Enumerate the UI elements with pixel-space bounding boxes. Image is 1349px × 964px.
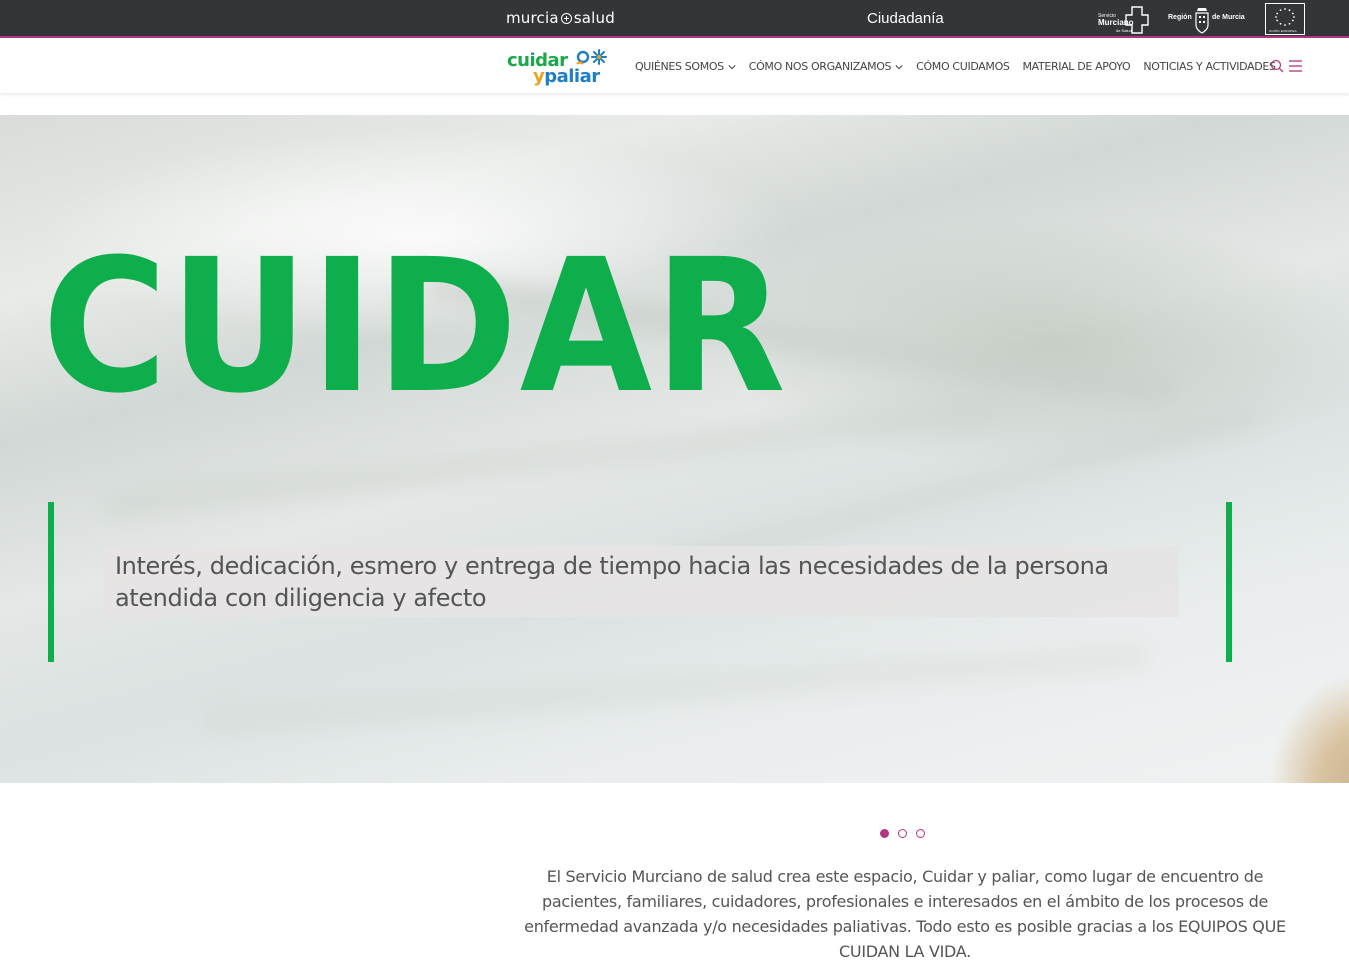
region-right-text: de Murcia [1212,14,1245,21]
hero-slide: CUIDAR Interés, dedicación, esmero y ent… [0,115,1349,783]
cuidar-y-paliar-logo[interactable]: cuidar ypaliar [506,46,612,88]
servicio-murciano-salud-logo[interactable]: Servicio Murciano de Salud [1096,5,1152,35]
hero-accent-bar-left [48,502,54,662]
nav-menu: QUIÉNES SOMOS CÓMO NOS ORGANIZAMOS CÓMO … [635,60,1276,73]
chevron-down-icon [895,64,903,69]
coat-of-arms-icon [1195,8,1209,34]
section-ciudadania-link[interactable]: Ciudadanía [867,10,944,27]
nav-label: QUIÉNES SOMOS [635,60,724,73]
hero-accent-bar-right [1226,502,1232,662]
nav-item-como-nos-organizamos[interactable]: CÓMO NOS ORGANIZAMOS [749,60,903,73]
carousel-dot-2[interactable] [898,829,907,838]
nav-label: MATERIAL DE APOYO [1022,60,1131,73]
region-murcia-logo[interactable]: Región de Murcia [1168,7,1248,35]
carousel-dot-1[interactable] [880,829,889,838]
intro-paragraph: El Servicio Murciano de salud crea este … [524,867,1286,961]
top-bar: murcia salud Ciudadanía Servicio Murcian… [0,0,1349,38]
sms-line3: de Salud [1116,28,1132,33]
background-wood-corner [1269,673,1349,783]
plus-circle-icon [560,12,572,24]
nav-label: CÓMO NOS ORGANIZAMOS [748,60,892,73]
nav-item-como-cuidamos[interactable]: CÓMO CUIDAMOS [916,60,1010,73]
brand-right: salud [573,9,615,27]
eu-caption: UNIÓN EUROPEA [1269,29,1297,33]
murciasalud-logo-link[interactable]: murcia salud [506,9,615,27]
region-left-text: Región [1168,14,1192,21]
hero-definition-text: Interés, dedicación, esmero y entrega de… [103,546,1179,617]
union-europea-logo[interactable]: UNIÓN EUROPEA [1265,3,1305,35]
logo-word-paliar: ypaliar [533,66,600,87]
nav-item-quienes-somos[interactable]: QUIÉNES SOMOS [635,60,736,73]
brand-left: murcia [506,9,559,27]
nav-icon-group [1270,59,1302,73]
main-navbar: cuidar ypaliar QUIÉNES SOMOS CÓMO NOS OR… [0,40,1349,93]
logo-letter-y: y [533,66,545,87]
menu-icon[interactable] [1289,59,1302,73]
nav-label: CÓMO CUIDAMOS [916,60,1010,73]
chevron-down-icon [728,64,736,69]
sms-line2: Murciano [1098,18,1134,27]
logo-word-paliar-rest: paliar [544,66,600,87]
nav-label: NOTICIAS Y ACTIVIDADES [1143,60,1276,73]
flower-symbols-icon [576,49,607,65]
carousel-dot-3[interactable] [916,829,925,838]
eu-stars-icon [1275,8,1295,26]
hero-title: CUIDAR [42,220,788,434]
nav-item-noticias-y-actividades[interactable]: NOTICIAS Y ACTIVIDADES [1143,60,1276,73]
search-icon[interactable] [1270,59,1284,73]
carousel-pagination [880,829,925,838]
nav-item-material-de-apoyo[interactable]: MATERIAL DE APOYO [1023,60,1131,73]
